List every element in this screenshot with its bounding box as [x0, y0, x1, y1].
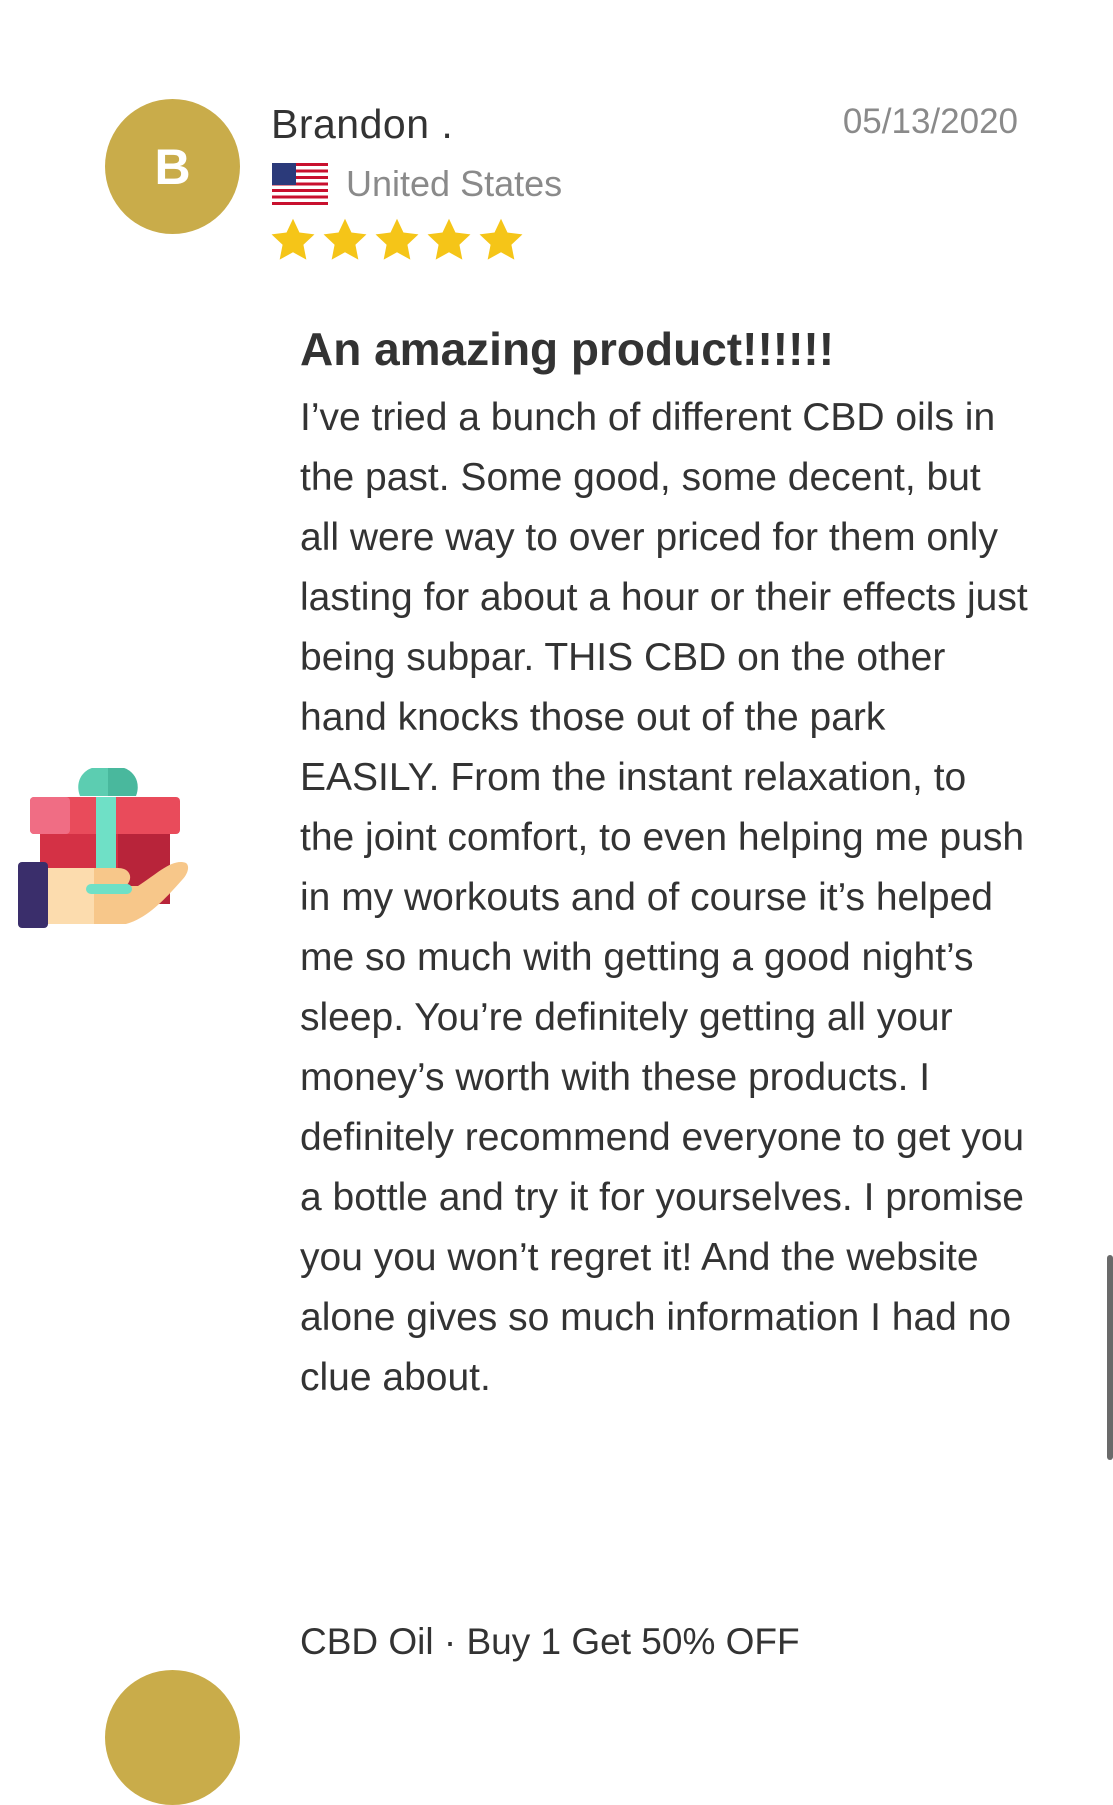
avatar-letter: B: [154, 138, 191, 195]
reviewer-name: Brandon .: [271, 101, 454, 147]
star-icon: [427, 218, 471, 260]
country-name: United States: [346, 163, 563, 204]
review-date: 05/13/2020: [842, 102, 1018, 141]
star-icon: [479, 218, 523, 260]
next-reviewer-avatar: [105, 1670, 240, 1805]
star-icon: [271, 218, 315, 260]
us-flag-icon: [272, 163, 328, 205]
review-body: I’ve tried a bunch of different CBD oils…: [300, 396, 1028, 1399]
star-icon: [375, 218, 419, 260]
reviewer-avatar: B: [105, 99, 240, 234]
star-icon: [323, 218, 367, 260]
product-variant: CBD Oil · Buy 1 Get 50% OFF: [300, 1621, 800, 1662]
gift-in-hand-icon: [18, 768, 189, 928]
star-rating: [268, 215, 526, 265]
scrollbar[interactable]: [1107, 1255, 1113, 1460]
reviewer-country: United States: [272, 159, 562, 209]
review-title: An amazing product!!!!!!: [300, 323, 835, 375]
